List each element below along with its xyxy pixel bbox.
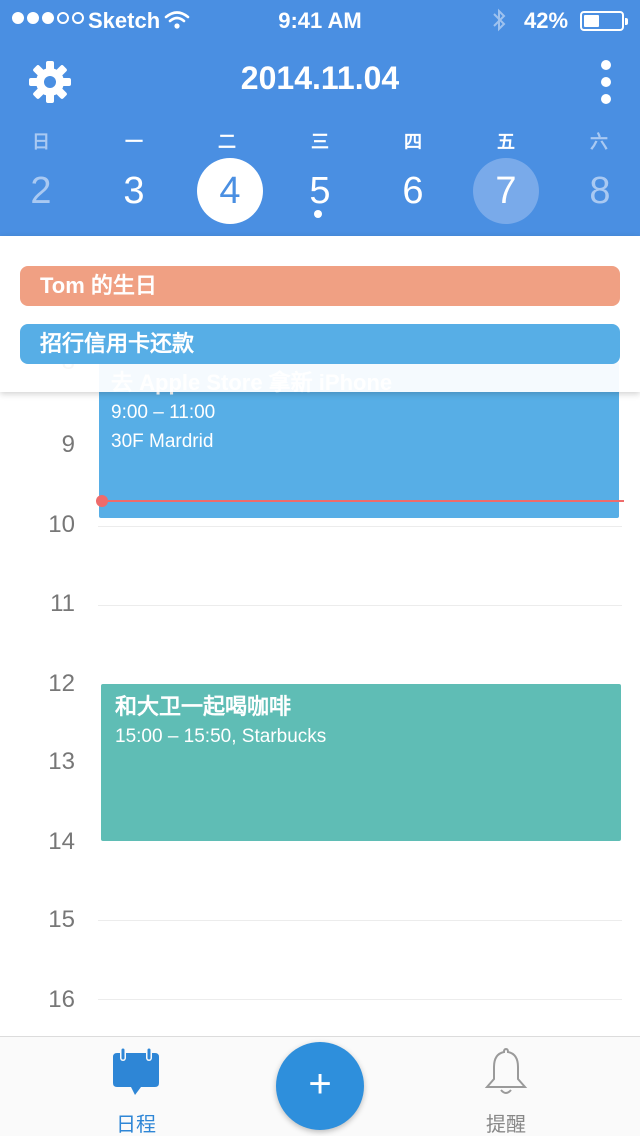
event-time: 9:00 – 11:00 [111,402,216,423]
tab-schedule-label: 日程 [116,1114,156,1136]
tab-reminder[interactable]: 提醒 [446,1045,566,1136]
hour-label-13: 13 [48,748,75,775]
hour-label-9: 9 [61,431,75,458]
all-day-event-credit-card[interactable]: 招行信用卡还款 [20,324,620,364]
tab-schedule[interactable]: 日程 [76,1045,196,1136]
bell-icon [484,1047,528,1094]
current-time-line [100,500,624,502]
battery-percent: 42% [524,8,569,33]
current-time-dot [96,495,108,507]
hour-divider [98,920,622,921]
tab-reminder-label: 提醒 [486,1114,526,1136]
all-day-event-birthday[interactable]: Tom 的生日 [20,266,620,306]
battery-icon [580,11,628,31]
event-time: 15:00 – 15:50, Starbucks [115,726,327,747]
day-4-selected[interactable]: 4 [197,158,263,224]
hour-label-12: 12 [48,670,75,697]
event-coffee[interactable]: 和大卫一起喝咖啡 15:00 – 15:50, Starbucks [101,684,621,841]
day-2[interactable]: 2 [8,158,74,224]
more-options-icon[interactable] [594,60,618,104]
weekday-label: 日 [32,132,50,152]
hour-label-16: 16 [48,986,75,1013]
header: Sketch 9:41 AM 42% 2014.11.04 日 一 二 三 四 … [0,0,640,236]
day-8[interactable]: 8 [567,158,633,224]
calendar-app: Sketch 9:41 AM 42% 2014.11.04 日 一 二 三 四 … [0,0,640,1136]
weekday-label: 二 [218,132,236,152]
add-event-button[interactable]: + [276,1042,364,1130]
current-date-title: 2014.11.04 [240,60,400,96]
day-3[interactable]: 3 [101,158,167,224]
weekday-label: 六 [590,132,608,152]
event-indicator-dot [314,210,322,218]
event-location: 30F Mardrid [111,431,214,452]
weekday-label: 五 [497,132,515,152]
bluetooth-icon [493,8,506,32]
weekday-label: 三 [311,132,329,152]
calendar-icon [113,1047,159,1095]
hour-divider [98,526,622,527]
day-7[interactable]: 7 [473,158,539,224]
weekday-label: 四 [404,132,422,152]
hour-label-11: 11 [50,590,75,617]
hour-divider [98,605,622,606]
all-day-events: Tom 的生日 招行信用卡还款 [0,236,640,392]
hour-divider [98,999,622,1000]
day-6[interactable]: 6 [380,158,446,224]
event-title: 和大卫一起喝咖啡 [115,694,292,719]
hour-label-10: 10 [48,511,75,538]
status-bar: Sketch 9:41 AM 42% [0,0,640,40]
hour-label-14: 14 [48,828,75,855]
hour-label-15: 15 [48,906,75,933]
weekday-label: 一 [125,132,143,152]
